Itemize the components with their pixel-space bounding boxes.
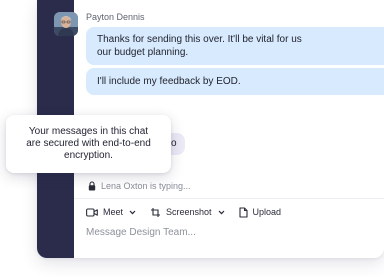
- screenshot-button[interactable]: Screenshot: [150, 204, 225, 220]
- message-text: o: [171, 138, 177, 149]
- message-text-line: Thanks for sending this over. It'll be v…: [97, 34, 302, 45]
- message-text-line: our budget planning.: [97, 47, 189, 58]
- message-text: I'll include my feedback by EOD.: [97, 76, 241, 87]
- chevron-down-icon: [218, 210, 224, 214]
- typing-text: Lena Oxton is typing...: [101, 181, 191, 191]
- file-icon: [238, 206, 248, 218]
- video-icon: [86, 207, 98, 217]
- tooltip-line: Your messages in this chat: [28, 126, 149, 137]
- message-bubble[interactable]: Thanks for sending this over. It'll be v…: [86, 27, 384, 65]
- composer-divider: [74, 198, 384, 199]
- meet-button[interactable]: Meet: [86, 204, 136, 220]
- meet-label: Meet: [103, 207, 124, 217]
- screenshot-icon: [151, 207, 161, 217]
- upload-label: Upload: [252, 207, 282, 217]
- lock-icon: [88, 181, 96, 191]
- sender-name: Payton Dennis: [86, 12, 145, 22]
- upload-button[interactable]: Upload: [238, 204, 282, 220]
- tooltip-line: are secured with end-to-end: [26, 138, 151, 149]
- sender-avatar[interactable]: [54, 12, 78, 36]
- typing-indicator: Lena Oxton is typing...: [88, 180, 191, 192]
- encryption-tooltip: Your messages in this chat are secured w…: [6, 115, 171, 173]
- message-input[interactable]: [86, 225, 346, 239]
- chevron-down-icon: [129, 210, 136, 214]
- tooltip-line: encryption.: [64, 150, 113, 161]
- chat-stage: Payton Dennis Thanks for sending this ov…: [0, 0, 384, 277]
- message-bubble[interactable]: I'll include my feedback by EOD.: [86, 68, 384, 95]
- screenshot-label: Screenshot: [166, 207, 212, 217]
- composer-toolbar: Meet Screenshot Upload: [86, 204, 295, 220]
